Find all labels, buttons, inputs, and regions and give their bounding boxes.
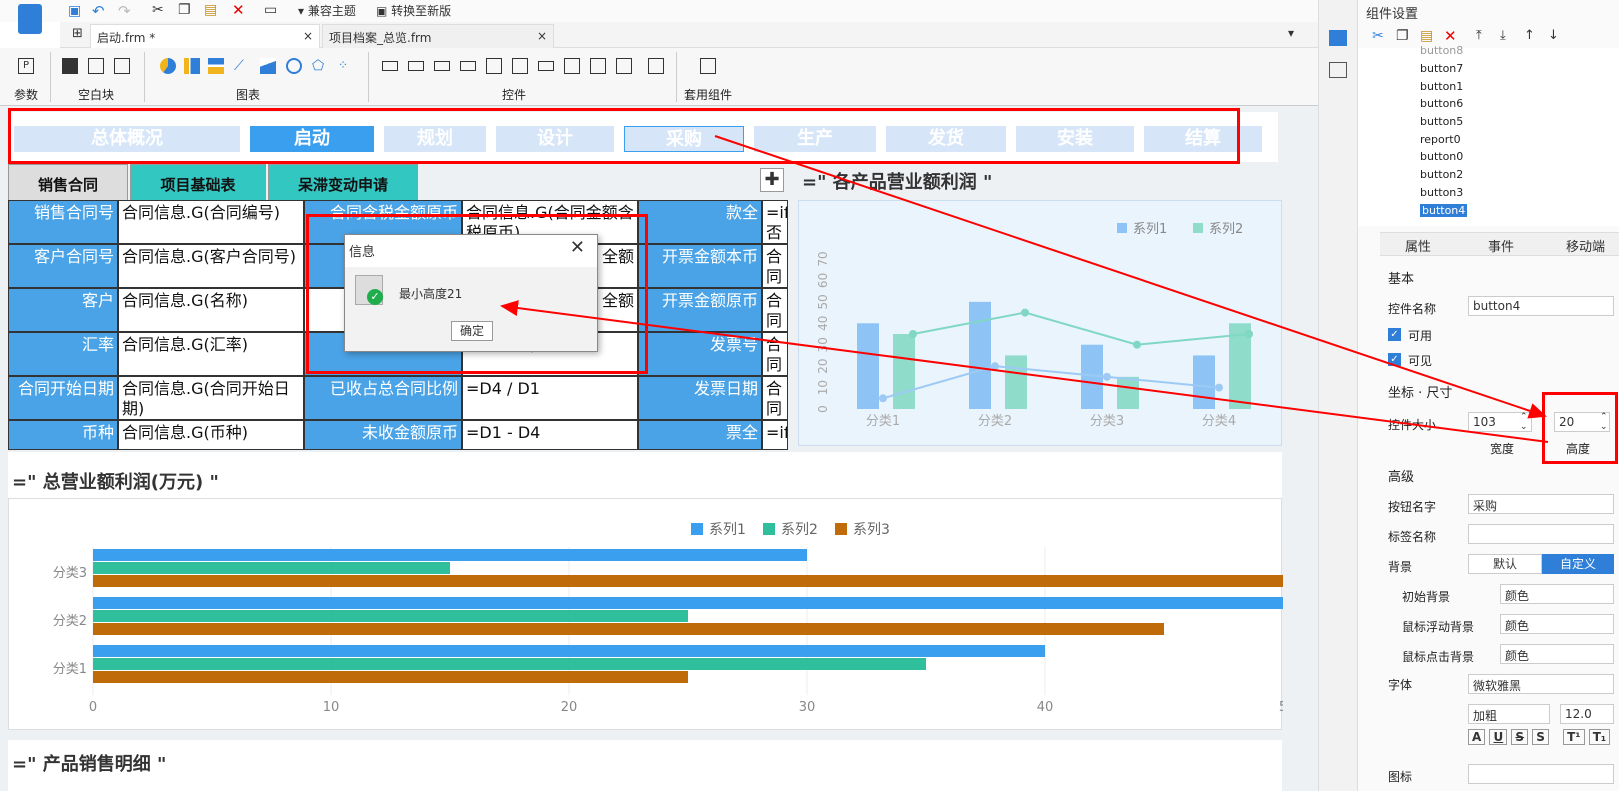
arrow [500,300,1549,443]
arrow [714,135,1547,419]
annotation-arrows [500,135,1549,443]
